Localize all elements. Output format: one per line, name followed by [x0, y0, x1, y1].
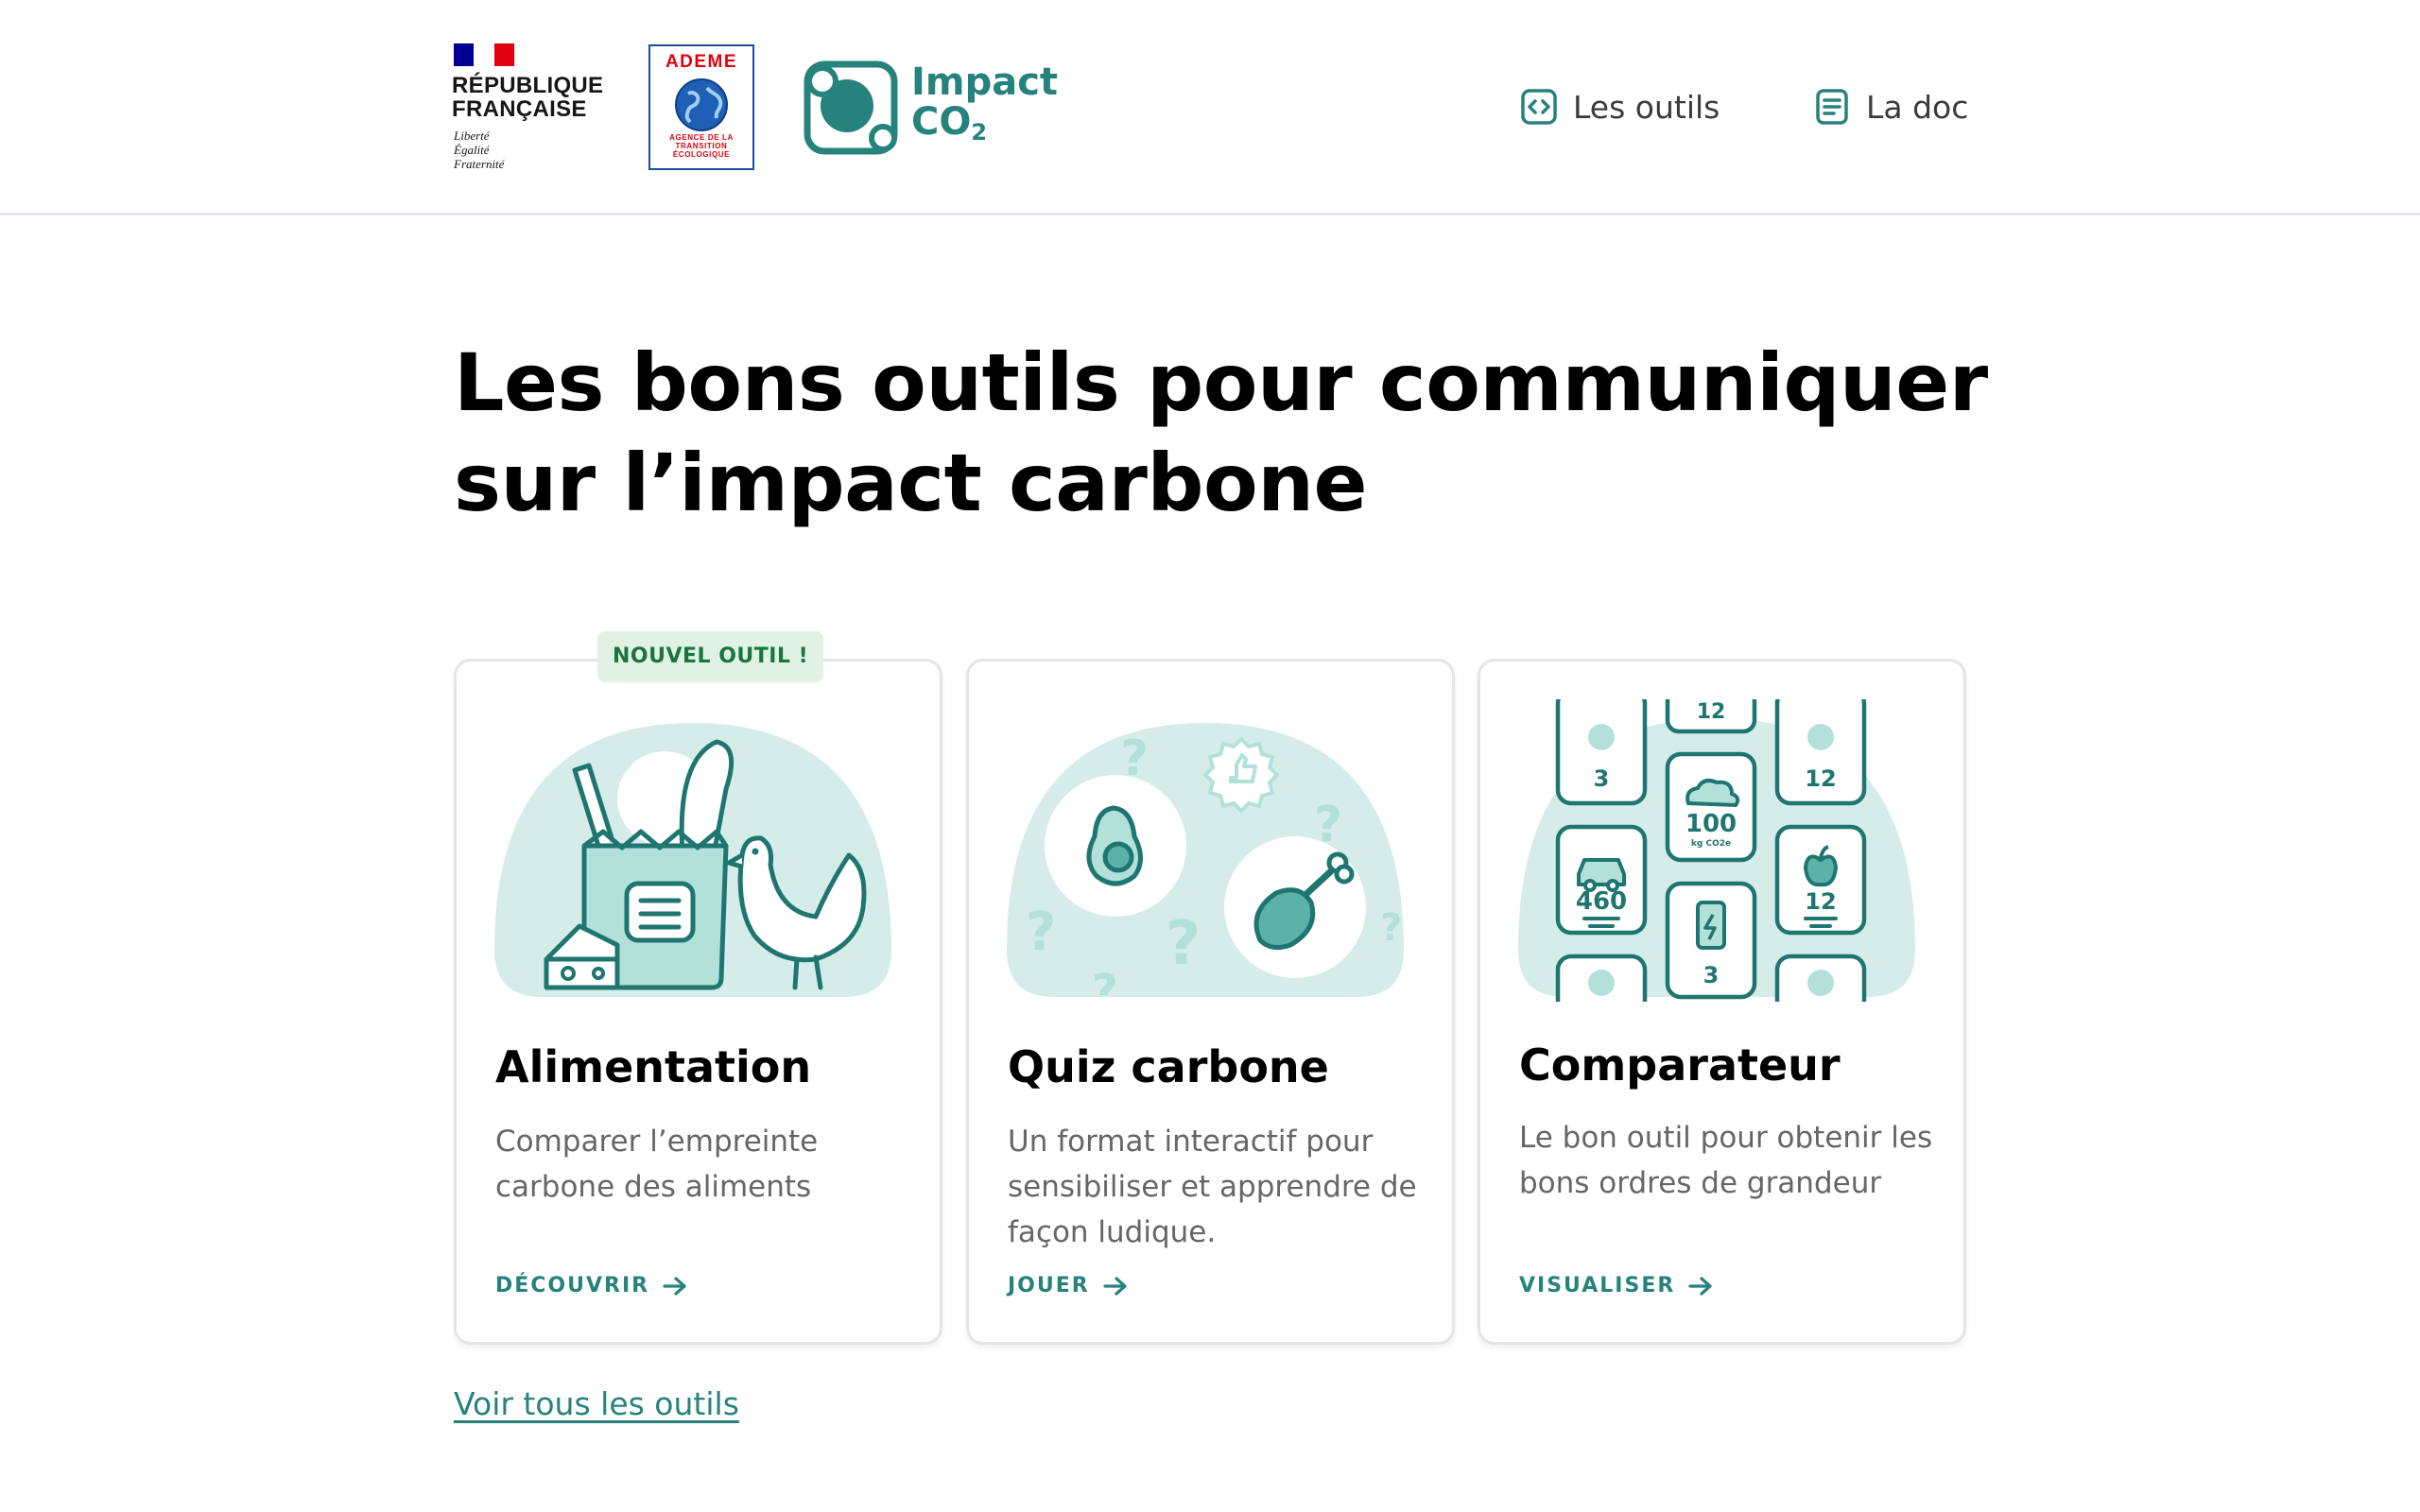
svg-text:?: ?: [1026, 902, 1056, 963]
nav-la-doc[interactable]: La doc: [1813, 83, 1968, 130]
svg-text:?: ?: [1092, 965, 1118, 997]
tile-center-value: 100: [1685, 810, 1737, 838]
impact-co2-wordmark[interactable]: Impact CO2: [911, 62, 1058, 152]
republique-motto: Liberté Égalité Fraternité: [454, 129, 505, 171]
card-link-label: VISUALISER: [1519, 1274, 1676, 1297]
tile-top-center-value: 12: [1697, 700, 1726, 724]
svg-text:?: ?: [1380, 906, 1402, 950]
site-header: RÉPUBLIQUE FRANÇAISE Liberté Égalité Fra…: [0, 0, 2420, 215]
card-link-label: DÉCOUVRIR: [495, 1274, 650, 1297]
comparator-tiles-illustration: 12 3 12 100 kg CO2e 460 12 3: [1518, 699, 1915, 1002]
french-flag-icon: [454, 43, 514, 66]
republique-francaise-logo[interactable]: RÉPUBLIQUE FRANÇAISE Liberté Égalité Fra…: [452, 43, 603, 176]
nav-les-outils[interactable]: Les outils: [1520, 83, 1720, 130]
card-link-label: JOUER: [1008, 1274, 1090, 1297]
ademe-subtitle: AGENCE DE LA TRANSITION ÉCOLOGIQUE: [669, 133, 734, 159]
card-link-jouer[interactable]: JOUER: [1008, 1274, 1128, 1297]
arrow-right-icon: [1688, 1276, 1712, 1296]
impact-wordmark-line1: Impact: [911, 60, 1059, 104]
globe-icon: [675, 78, 728, 131]
card-description: Comparer l’empreinte carbone des aliment…: [495, 1125, 819, 1204]
card-title: Quiz carbone: [1008, 1041, 1329, 1092]
impact-co2-logo-icon[interactable]: [804, 60, 898, 155]
tile-top-left-value: 3: [1594, 765, 1610, 792]
tile-right-value: 12: [1805, 888, 1836, 915]
ademe-title: ADEME: [665, 52, 738, 72]
ademe-logo[interactable]: ADEME AGENCE DE LA TRANSITION ÉCOLOGIQUE: [648, 44, 754, 170]
svg-text:?: ?: [1166, 909, 1201, 979]
card-link-visualiser[interactable]: VISUALISER: [1519, 1274, 1713, 1297]
quiz-avocado-chicken-illustration: ? ? ? ? ? ?: [1007, 723, 1404, 997]
card-description: Le bon outil pour obtenir les bons ordre…: [1519, 1121, 1933, 1200]
card-description: Un format interactif pour sensibiliser e…: [1008, 1125, 1417, 1249]
republique-name: RÉPUBLIQUE FRANÇAISE: [452, 73, 604, 122]
code-brackets-icon: [1521, 89, 1557, 125]
tile-center-unit: kg CO2e: [1691, 839, 1731, 849]
card-title: Comparateur: [1519, 1040, 1841, 1091]
tile-left-value: 460: [1576, 887, 1627, 916]
arrow-right-icon: [1103, 1276, 1127, 1296]
see-all-tools-link[interactable]: Voir tous les outils: [454, 1385, 739, 1422]
document-icon: [1816, 89, 1848, 125]
new-tool-badge: NOUVEL OUTIL !: [597, 631, 824, 682]
impact-wordmark-line2: CO2: [911, 100, 988, 146]
tile-bottom-value: 3: [1703, 962, 1720, 988]
tool-card-comparateur[interactable]: 12 3 12 100 kg CO2e 460 12 3 Comparateur…: [1478, 659, 1966, 1345]
card-title: Alimentation: [495, 1041, 812, 1092]
tile-top-right-value: 12: [1805, 765, 1836, 792]
nav-les-outils-label: Les outils: [1573, 88, 1720, 126]
page-title: Les bons outils pour communiquer sur l’i…: [454, 336, 1988, 529]
nav-la-doc-label: La doc: [1866, 88, 1969, 126]
tool-card-alimentation[interactable]: Alimentation Comparer l’empreinte carbon…: [454, 659, 942, 1345]
tool-card-quiz-carbone[interactable]: ? ? ? ? ? ? Quiz carbone Un format inter…: [966, 659, 1455, 1345]
grocery-bag-chicken-illustration: [494, 723, 891, 997]
arrow-right-icon: [663, 1276, 686, 1296]
card-link-decouvrir[interactable]: DÉCOUVRIR: [495, 1274, 687, 1297]
